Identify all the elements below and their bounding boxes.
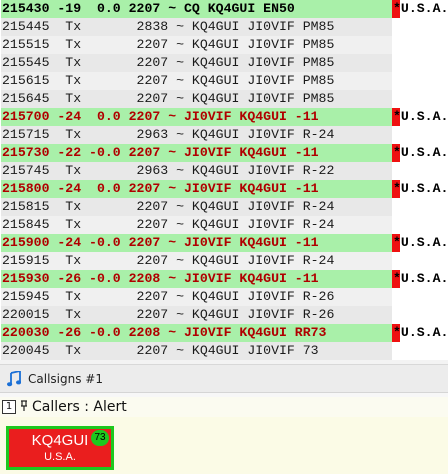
log-row-text: 220045 Tx 2207 ~ KQ4GUI JI0VIF 73 — [1, 342, 392, 360]
log-row-country: *U.S.A. — [393, 325, 448, 340]
music-note-icon — [6, 370, 22, 388]
log-row[interactable]: 215730 -22 -0.0 2207 ~ JI0VIF KQ4GUI -11… — [0, 144, 448, 162]
log-row[interactable]: 215445 Tx 2838 ~ KQ4GUI JI0VIF PM85 — [0, 18, 448, 36]
log-row-text: 215645 Tx 2207 ~ KQ4GUI JI0VIF PM85 — [1, 90, 392, 108]
log-row[interactable]: 215945 Tx 2207 ~ KQ4GUI JI0VIF R-26 — [0, 288, 448, 306]
log-row-country: *U.S.A. — [393, 235, 448, 250]
log-row[interactable]: 215800 -24 0.0 2207 ~ JI0VIF KQ4GUI -11 *… — [0, 180, 448, 198]
log-row-text: 215615 Tx 2207 ~ KQ4GUI JI0VIF PM85 — [1, 72, 392, 90]
log-row-text: 215700 -24 0.0 2207 ~ JI0VIF KQ4GUI -11 — [1, 108, 392, 126]
callers-panel-title: Callers : Alert — [32, 399, 127, 415]
pin-icon[interactable] — [20, 399, 28, 415]
log-row-text: 220015 Tx 2207 ~ KQ4GUI JI0VIF R-26 — [1, 306, 392, 324]
log-row-text: 215730 -22 -0.0 2207 ~ JI0VIF KQ4GUI -11 — [1, 144, 392, 162]
log-row-text: 220030 -26 -0.0 2208 ~ JI0VIF KQ4GUI RR7… — [1, 324, 392, 342]
log-row[interactable]: 215615 Tx 2207 ~ KQ4GUI JI0VIF PM85 — [0, 72, 448, 90]
log-row-country: *U.S.A. — [393, 1, 448, 16]
log-row-text: 215515 Tx 2207 ~ KQ4GUI JI0VIF PM85 — [1, 36, 392, 54]
log-row[interactable]: 215700 -24 0.0 2207 ~ JI0VIF KQ4GUI -11 *… — [0, 108, 448, 126]
log-row-text: 215945 Tx 2207 ~ KQ4GUI JI0VIF R-26 — [1, 288, 392, 306]
log-row-text: 215800 -24 0.0 2207 ~ JI0VIF KQ4GUI -11 — [1, 180, 392, 198]
log-row-text: 215915 Tx 2207 ~ KQ4GUI JI0VIF R-24 — [1, 252, 392, 270]
log-row-text: 215545 Tx 2207 ~ KQ4GUI JI0VIF PM85 — [1, 54, 392, 72]
log-row[interactable]: 215515 Tx 2207 ~ KQ4GUI JI0VIF PM85 — [0, 36, 448, 54]
log-row-country: *U.S.A. — [393, 109, 448, 124]
caller-count-badge: 73 — [91, 430, 109, 446]
log-row-country: *U.S.A. — [393, 271, 448, 286]
log-row[interactable]: 215900 -24 -0.0 2207 ~ JI0VIF KQ4GUI -11… — [0, 234, 448, 252]
callers-panel-header: 1 Callers : Alert — [0, 397, 448, 417]
caller-country: U.S.A. — [44, 451, 76, 463]
log-row-text: 215745 Tx 2963 ~ KQ4GUI JI0VIF R-22 — [1, 162, 392, 180]
log-row-text: 215930 -26 -0.0 2208 ~ JI0VIF KQ4GUI -11 — [1, 270, 392, 288]
caller-card[interactable]: KQ4GUI U.S.A. 73 — [6, 426, 114, 470]
log-row[interactable]: 215545 Tx 2207 ~ KQ4GUI JI0VIF PM85 — [0, 54, 448, 72]
log-row[interactable]: 215930 -26 -0.0 2208 ~ JI0VIF KQ4GUI -11… — [0, 270, 448, 288]
log-row[interactable]: 215815 Tx 2207 ~ KQ4GUI JI0VIF R-24 — [0, 198, 448, 216]
log-row[interactable]: 215645 Tx 2207 ~ KQ4GUI JI0VIF PM85 — [0, 90, 448, 108]
callsigns-window-title: Callsigns #1 — [28, 371, 103, 386]
log-row-text: 215815 Tx 2207 ~ KQ4GUI JI0VIF R-24 — [1, 198, 392, 216]
log-row[interactable]: 215715 Tx 2963 ~ KQ4GUI JI0VIF R-24 — [0, 126, 448, 144]
log-row[interactable]: 220015 Tx 2207 ~ KQ4GUI JI0VIF R-26 — [0, 306, 448, 324]
log-row-text: 215715 Tx 2963 ~ KQ4GUI JI0VIF R-24 — [1, 126, 392, 144]
panel-index-badge[interactable]: 1 — [2, 400, 16, 414]
callsigns-window-titlebar[interactable]: Callsigns #1 — [0, 365, 448, 393]
decode-log[interactable]: 215430 -19 0.0 2207 ~ CQ KQ4GUI EN50 *U.S… — [0, 0, 448, 360]
log-row[interactable]: 220030 -26 -0.0 2208 ~ JI0VIF KQ4GUI RR7… — [0, 324, 448, 342]
log-row[interactable]: 215915 Tx 2207 ~ KQ4GUI JI0VIF R-24 — [0, 252, 448, 270]
log-row-text: 215900 -24 -0.0 2207 ~ JI0VIF KQ4GUI -11 — [1, 234, 392, 252]
log-row[interactable]: 215430 -19 0.0 2207 ~ CQ KQ4GUI EN50 *U.S… — [0, 0, 448, 18]
log-row-country: *U.S.A. — [393, 145, 448, 160]
log-row[interactable]: 215745 Tx 2963 ~ KQ4GUI JI0VIF R-22 — [0, 162, 448, 180]
log-row-text: 215845 Tx 2207 ~ KQ4GUI JI0VIF R-24 — [1, 216, 392, 234]
log-row-country: *U.S.A. — [393, 181, 448, 196]
log-row-text: 215430 -19 0.0 2207 ~ CQ KQ4GUI EN50 — [1, 0, 392, 18]
log-row[interactable]: 220045 Tx 2207 ~ KQ4GUI JI0VIF 73 — [0, 342, 448, 360]
log-row[interactable]: 215845 Tx 2207 ~ KQ4GUI JI0VIF R-24 — [0, 216, 448, 234]
log-row-text: 215445 Tx 2838 ~ KQ4GUI JI0VIF PM85 — [1, 18, 392, 36]
